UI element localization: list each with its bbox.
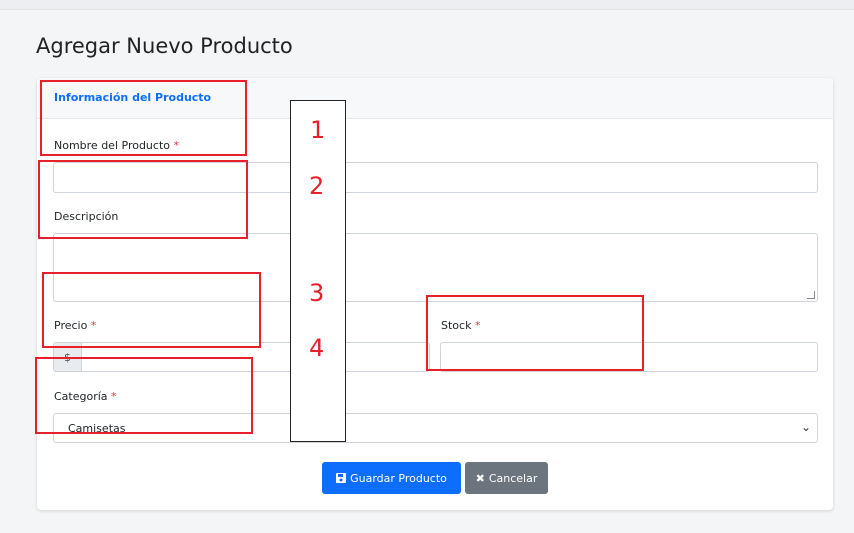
annotation-number-3: 3 xyxy=(309,279,325,307)
annotation-number-2: 2 xyxy=(309,172,325,200)
annotation-box-2 xyxy=(38,160,248,239)
top-bar xyxy=(0,0,854,10)
page-title: Agregar Nuevo Producto xyxy=(36,34,293,58)
save-icon xyxy=(336,473,347,483)
annotation-number-1: 1 xyxy=(310,116,326,144)
annotation-box-1 xyxy=(40,80,247,156)
save-label: Guardar Producto xyxy=(350,471,447,485)
resize-handle-icon[interactable] xyxy=(807,291,815,299)
annotation-box-stock xyxy=(426,295,644,371)
annotation-box-3 xyxy=(42,272,261,348)
annotation-box-4 xyxy=(35,357,253,434)
x-icon: ✖ xyxy=(475,471,485,485)
annotation-number-4: 4 xyxy=(309,334,325,362)
save-product-button[interactable]: Guardar Producto xyxy=(322,462,461,494)
cancel-label: Cancelar xyxy=(488,471,538,485)
annotation-number-column xyxy=(290,100,346,442)
cancel-button[interactable]: ✖ Cancelar xyxy=(465,462,548,494)
chevron-down-icon: ⌄ xyxy=(800,420,811,434)
